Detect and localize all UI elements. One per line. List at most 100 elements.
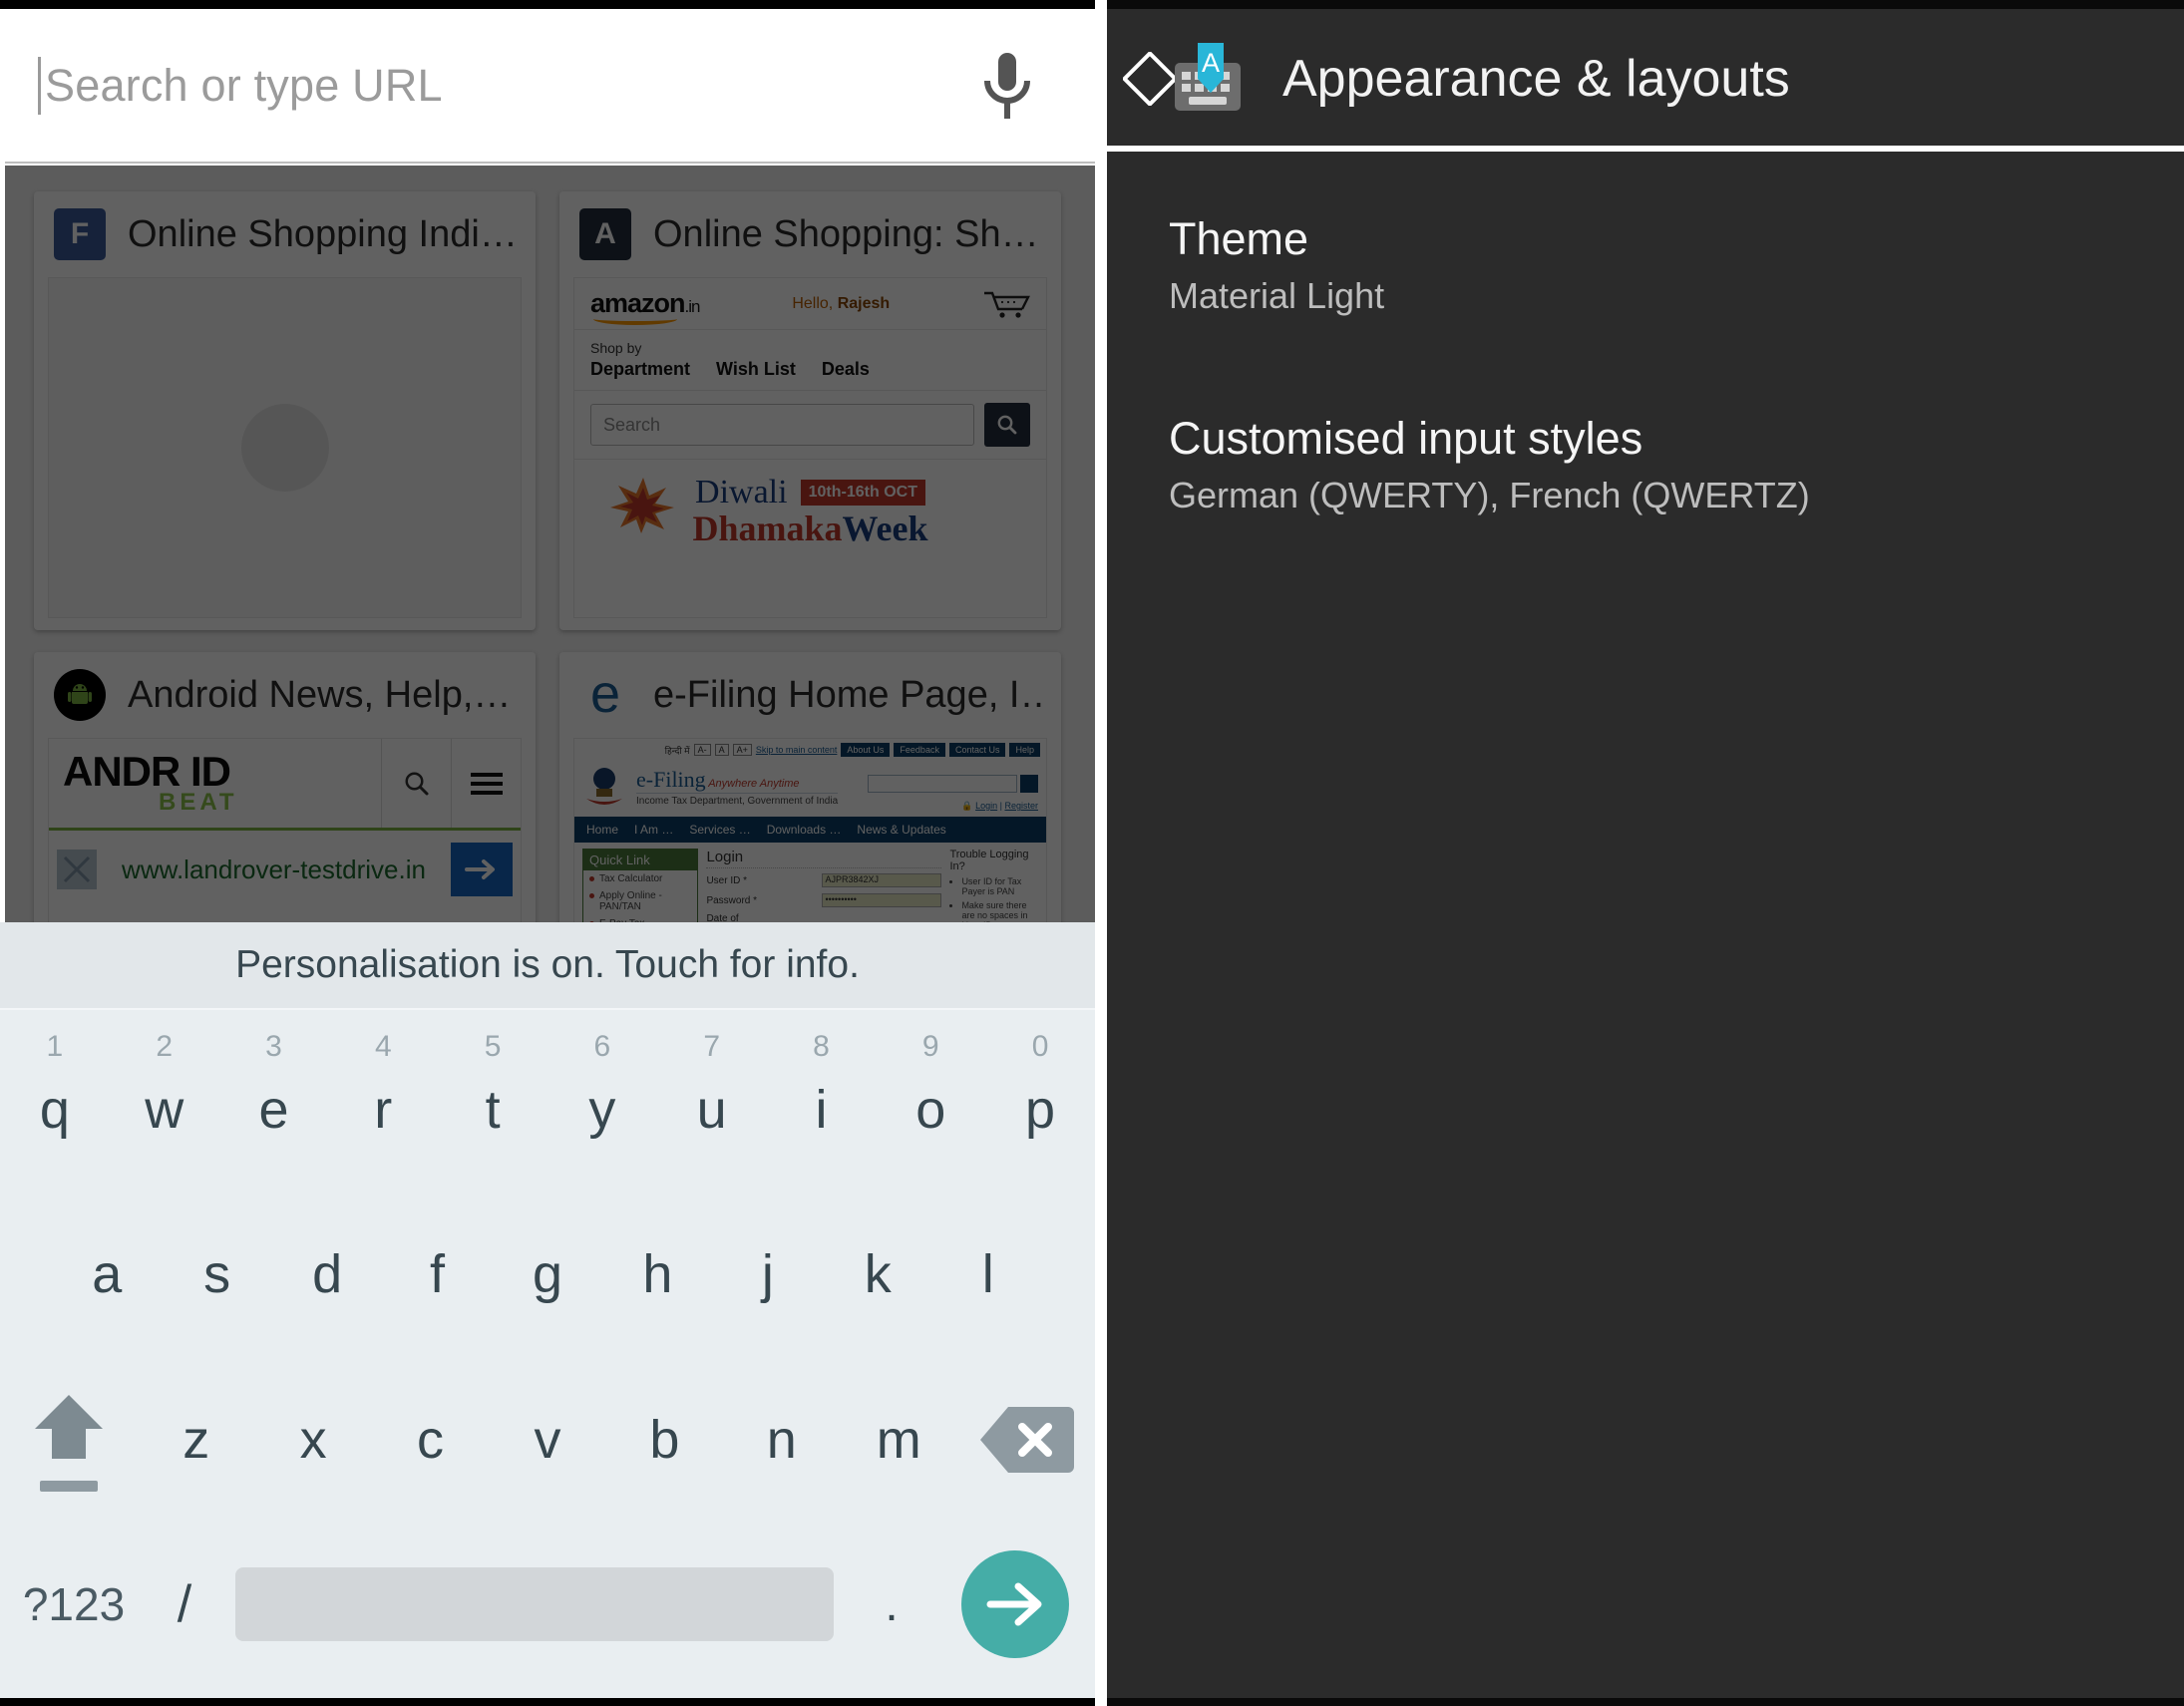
key-h[interactable]: h <box>602 1192 712 1357</box>
link-about-us[interactable]: About Us <box>841 743 891 757</box>
key-b[interactable]: b <box>606 1357 723 1523</box>
nav-services[interactable]: Services … <box>689 823 750 837</box>
key-q[interactable]: 1q <box>0 1016 110 1192</box>
key-o[interactable]: 9o <box>876 1016 985 1192</box>
language-toggle[interactable]: हिन्दी में <box>665 744 690 757</box>
shift-up-arrow-icon[interactable] <box>0 1389 138 1492</box>
settings-list: Theme Material Light Customised input st… <box>1107 149 2184 533</box>
key-label: r <box>374 1080 393 1140</box>
key-period[interactable]: . <box>848 1523 935 1686</box>
key-x[interactable]: x <box>254 1357 371 1523</box>
font-increase[interactable]: A+ <box>732 744 752 756</box>
nav-news-updates[interactable]: News & Updates <box>857 823 945 837</box>
list-item[interactable]: E-Pay Tax <box>583 915 697 922</box>
key-label: e <box>258 1080 289 1140</box>
key-d[interactable]: d <box>272 1192 382 1357</box>
tab-card[interactable]: e e-Filing Home Page, I… हिन्दी में A- A… <box>559 652 1061 922</box>
list-item[interactable]: Apply Online - PAN/TAN <box>583 887 697 915</box>
key-j[interactable]: j <box>713 1192 823 1357</box>
link-help[interactable]: Help <box>1009 743 1040 757</box>
key-l[interactable]: l <box>933 1192 1043 1357</box>
font-decrease[interactable]: A- <box>693 744 711 756</box>
personalisation-notice[interactable]: Personalisation is on. Touch for info. <box>235 943 860 987</box>
key-u[interactable]: 7u <box>657 1016 767 1192</box>
microphone-icon[interactable] <box>967 47 1047 127</box>
trouble-header: Trouble Logging In? <box>949 849 1029 872</box>
shop-by-department[interactable]: Shop by Department <box>590 340 690 380</box>
efiling-search[interactable] <box>868 775 1038 793</box>
key-i[interactable]: 8i <box>767 1016 877 1192</box>
arrow-right-icon[interactable] <box>451 843 513 896</box>
settings-panel: A Appearance & layouts Theme Material Li… <box>1107 0 2184 1706</box>
key-c[interactable]: c <box>372 1357 489 1523</box>
password-field[interactable]: •••••••••• <box>822 893 942 907</box>
tab-switcher-grid: F Online Shopping Indi… A Online Shoppin… <box>0 166 1095 922</box>
tab-card[interactable]: A Online Shopping: Sh… amazon.in Hello, … <box>559 191 1061 630</box>
key-n[interactable]: n <box>723 1357 840 1523</box>
nav-deals[interactable]: Deals <box>822 359 870 380</box>
suggestion-strip[interactable]: Personalisation is on. Touch for info. <box>0 922 1095 1010</box>
link-contact-us[interactable]: Contact Us <box>948 743 1006 757</box>
nav-wish-list[interactable]: Wish List <box>716 359 796 380</box>
greeting-name: Rajesh <box>837 294 891 312</box>
key-p[interactable]: 0p <box>985 1016 1095 1192</box>
amazon-favicon: A <box>579 208 631 260</box>
user-id-field[interactable]: AJPR3842XJ <box>822 873 942 887</box>
shopping-cart-icon[interactable] <box>982 289 1030 319</box>
backspace-icon[interactable] <box>957 1403 1095 1477</box>
keyboard-row-1: 1q 2w 3e 4r 5t 6y 7u 8i 9o 0p <box>0 1016 1095 1192</box>
amazon-search-input[interactable]: Search <box>590 404 974 446</box>
go-key[interactable] <box>935 1550 1095 1658</box>
key-f[interactable]: f <box>382 1192 492 1357</box>
key-y[interactable]: 6y <box>547 1016 657 1192</box>
login-link[interactable]: Login <box>975 801 997 811</box>
banner-subtitle-1: Dhamaka <box>692 509 843 545</box>
tab-card[interactable]: F Online Shopping Indi… <box>34 191 536 630</box>
key-s[interactable]: s <box>162 1192 271 1357</box>
settings-item-customised-input-styles[interactable]: Customised input styles German (QWERTY),… <box>1107 396 2184 533</box>
spacebar-surface[interactable] <box>235 1567 834 1641</box>
search-icon[interactable] <box>381 739 451 828</box>
skip-to-content-link[interactable]: Skip to main content <box>756 745 838 755</box>
browser-panel: Search or type URL F Online Shopping Ind… <box>0 0 1095 1706</box>
tab-thumbnail: ANDR ID BEAT www.landrover-testdrive.in <box>48 738 522 922</box>
hamburger-menu-icon[interactable] <box>451 739 521 828</box>
advertisement-banner[interactable]: www.landrover-testdrive.in <box>49 831 521 908</box>
search-icon[interactable] <box>1020 775 1038 793</box>
status-bar-strip <box>1107 0 2184 9</box>
settings-item-subtitle: German (QWERTY), French (QWERTZ) <box>1169 474 1810 515</box>
diwali-banner[interactable]: Diwali 10th-16th OCT DhamakaWeek <box>574 460 1046 545</box>
spacebar[interactable] <box>221 1567 848 1641</box>
efiling-header: e-Filing Anywhere Anytime Income Tax Dep… <box>574 761 1046 817</box>
omnibox[interactable]: Search or type URL <box>0 9 1095 164</box>
search-input[interactable]: Search or type URL <box>45 60 443 112</box>
settings-item-theme[interactable]: Theme Material Light <box>1107 196 2184 334</box>
ad-url[interactable]: www.landrover-testdrive.in <box>105 854 443 885</box>
tab-card-header: Android News, Help,… <box>34 652 536 738</box>
tab-card[interactable]: Android News, Help,… ANDR ID BEAT www.la… <box>34 652 536 922</box>
list-item[interactable]: Tax Calculator <box>583 870 697 887</box>
nav-home[interactable]: Home <box>586 823 618 837</box>
key-z[interactable]: z <box>138 1357 254 1523</box>
nav-downloads[interactable]: Downloads … <box>767 823 842 837</box>
search-icon[interactable] <box>984 403 1030 447</box>
link-feedback[interactable]: Feedback <box>894 743 945 757</box>
efiling-search-input[interactable] <box>868 775 1017 793</box>
key-m[interactable]: m <box>841 1357 957 1523</box>
key-t[interactable]: 5t <box>438 1016 547 1192</box>
key-a[interactable]: a <box>52 1192 162 1357</box>
symbols-key[interactable]: ?123 <box>0 1523 148 1686</box>
register-link[interactable]: Register <box>1004 801 1038 811</box>
key-v[interactable]: v <box>489 1357 605 1523</box>
key-g[interactable]: g <box>493 1192 602 1357</box>
key-w[interactable]: 2w <box>110 1016 219 1192</box>
key-slash[interactable]: / <box>148 1523 221 1686</box>
arrow-right-go-icon[interactable] <box>961 1550 1069 1658</box>
key-e[interactable]: 3e <box>219 1016 329 1192</box>
font-normal[interactable]: A <box>714 744 729 756</box>
efiling-auth-links[interactable]: 🔒 Login | Register <box>961 801 1038 812</box>
key-k[interactable]: k <box>823 1192 932 1357</box>
key-r[interactable]: 4r <box>328 1016 438 1192</box>
nav-i-am[interactable]: I Am … <box>634 823 673 837</box>
quick-link-list: Tax Calculator Apply Online - PAN/TAN E-… <box>583 870 697 922</box>
